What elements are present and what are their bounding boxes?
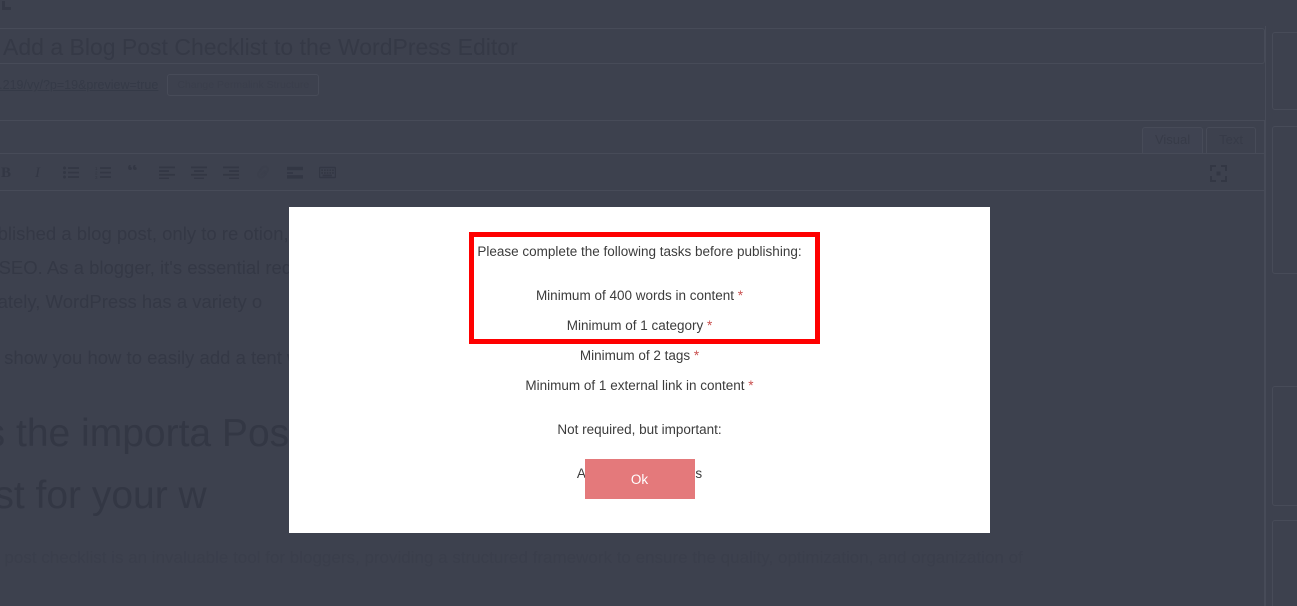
required-task-label: Minimum of 2 tags xyxy=(579,348,691,363)
optional-section-heading: Not required, but important: xyxy=(557,422,722,437)
ok-button[interactable]: Ok xyxy=(584,459,695,499)
publish-checklist-dialog: Please complete the following tasks befo… xyxy=(289,207,990,533)
required-marker: * xyxy=(737,288,744,303)
required-task-label: Minimum of 400 words in content xyxy=(535,288,735,303)
required-marker: * xyxy=(748,378,754,393)
required-task-item: Minimum of 2 tags * xyxy=(289,341,990,371)
required-task-label: Minimum of 1 category xyxy=(566,318,704,333)
dialog-lead-text: Please complete the following tasks befo… xyxy=(477,244,802,259)
modal-overlay: Please complete the following tasks befo… xyxy=(0,0,1297,606)
required-marker: * xyxy=(707,318,713,333)
required-task-label: Minimum of 1 external link in content xyxy=(525,378,745,393)
required-task-item: Minimum of 400 words in content * xyxy=(289,281,990,311)
required-task-item: Minimum of 1 external link in content * xyxy=(289,371,990,401)
required-task-item: Minimum of 1 category * xyxy=(289,311,990,341)
dialog-content: Please complete the following tasks befo… xyxy=(289,237,990,489)
required-marker: * xyxy=(693,348,700,363)
